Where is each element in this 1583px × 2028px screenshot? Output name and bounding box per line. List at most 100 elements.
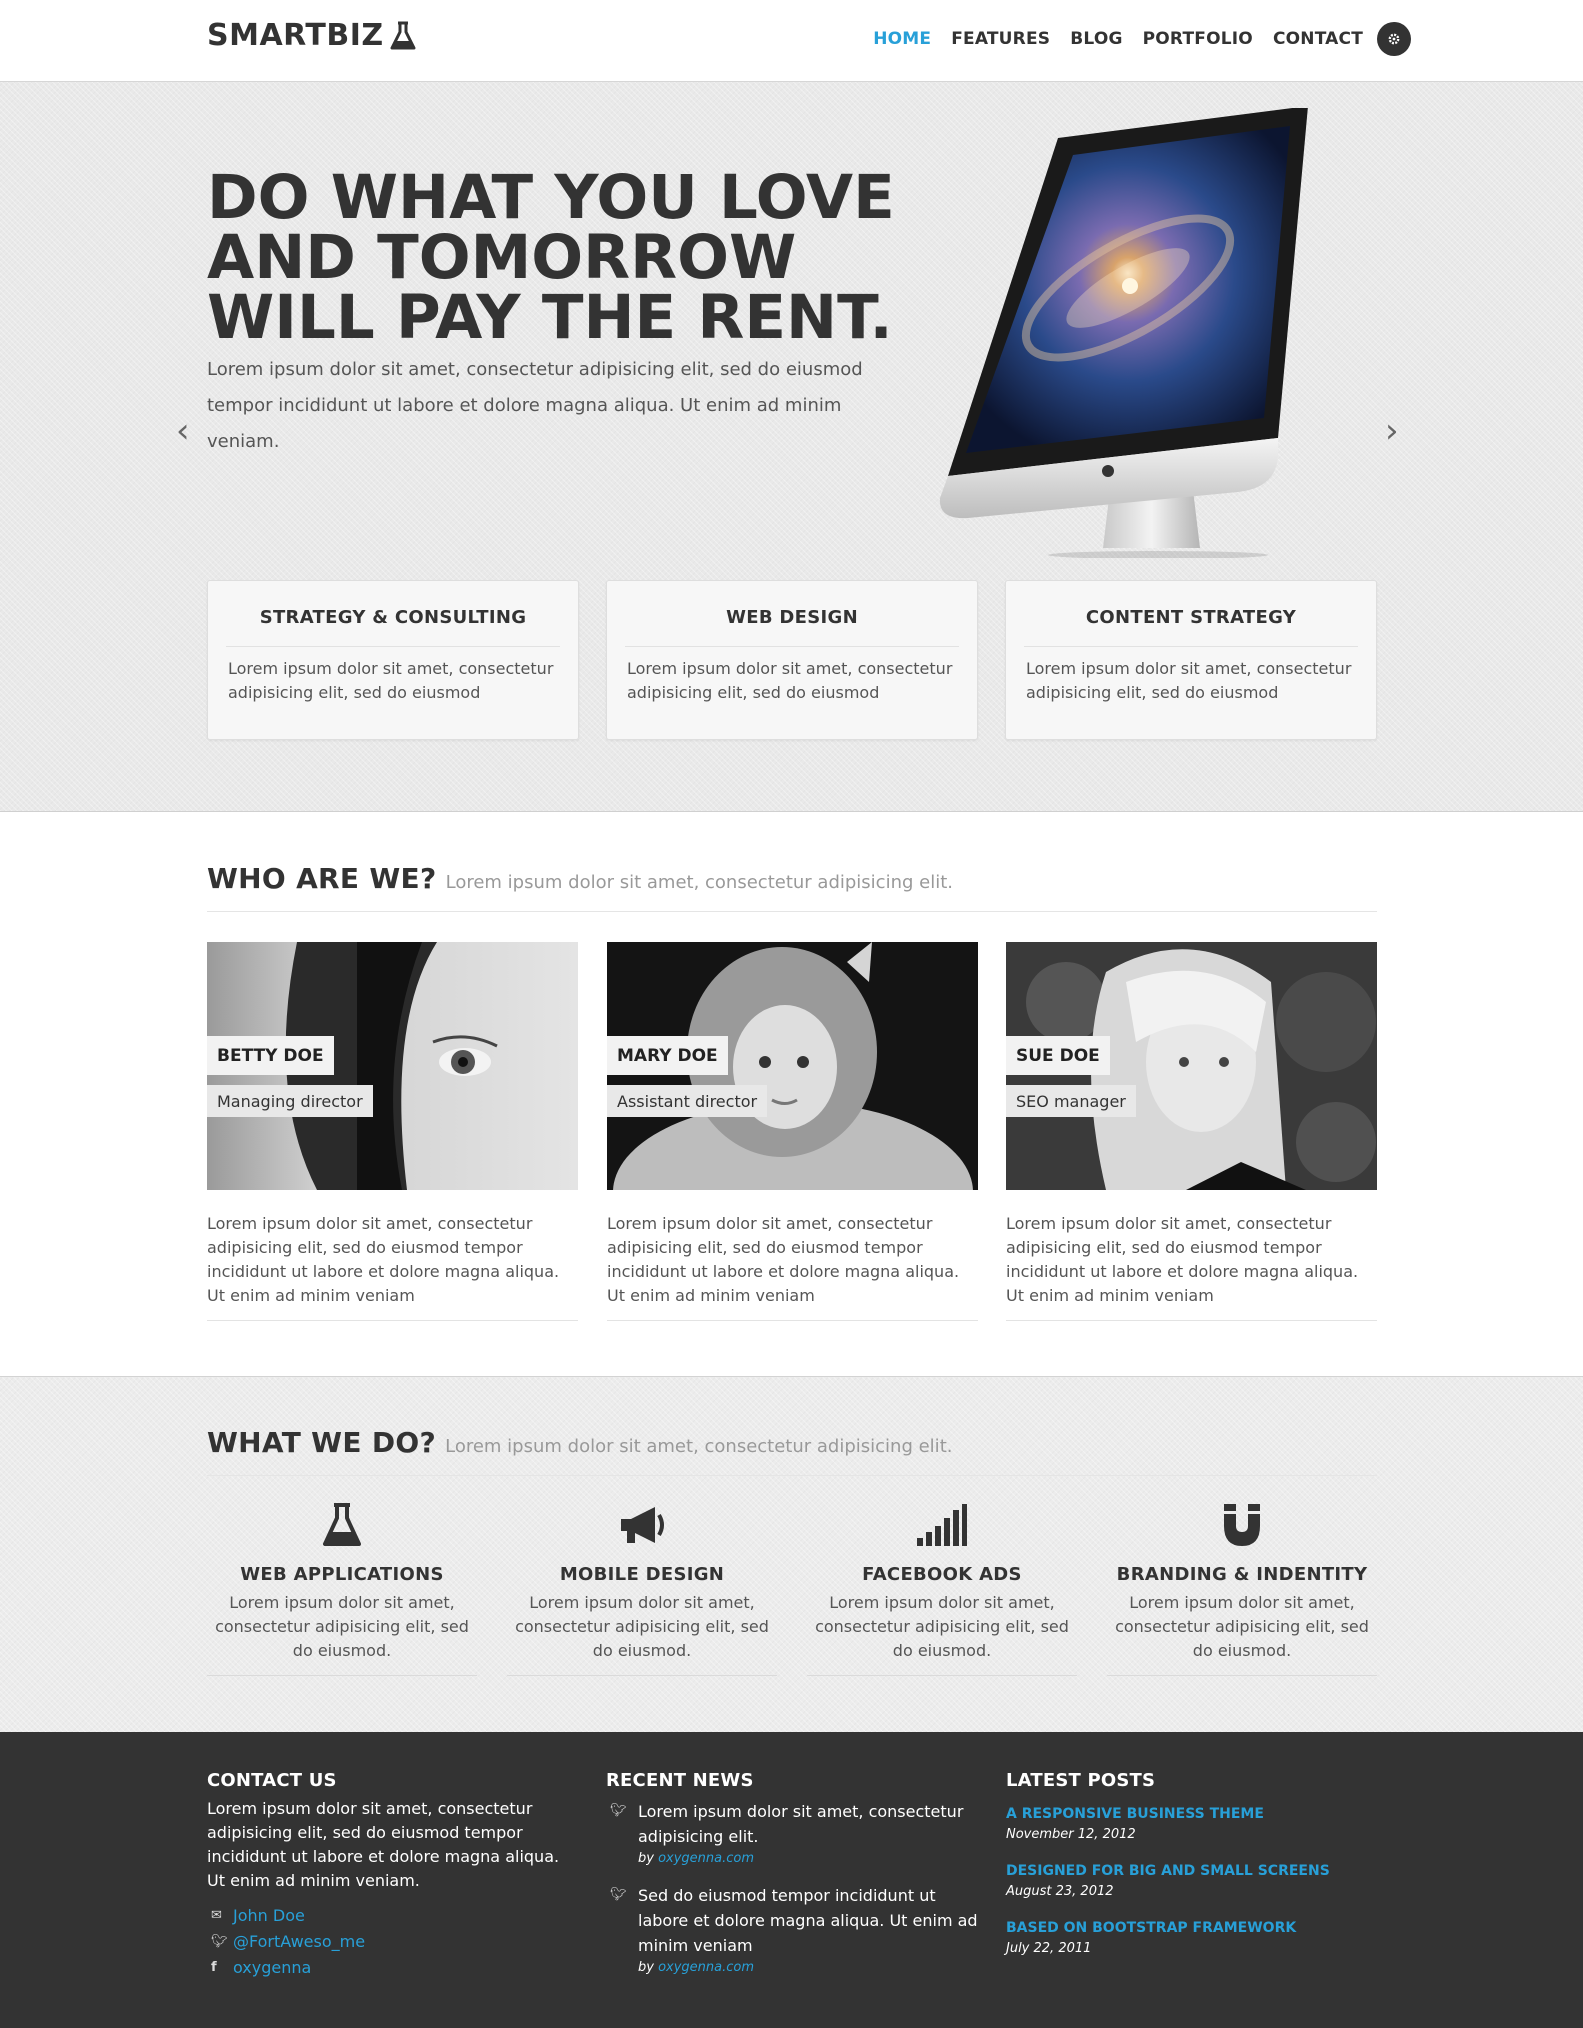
team-member: BETTY DOE Managing director Lorem ipsum … bbox=[207, 942, 578, 1321]
news-by: by oxygenna.com bbox=[638, 1958, 978, 1978]
feature-title: FACEBOOK ADS bbox=[862, 1564, 1022, 1585]
member-photo[interactable]: BETTY DOE Managing director bbox=[207, 942, 578, 1190]
feature-mobile-design: MOBILE DESIGN Lorem ipsum dolor sit amet… bbox=[507, 1500, 777, 1676]
news-text: Sed do eiusmod tempor incididunt ut labo… bbox=[638, 1886, 978, 1955]
site-header: SMARTBIZ HOME FEATURES BLOG PORTFOLIO CO… bbox=[0, 0, 1583, 82]
feature-text: Lorem ipsum dolor sit amet, consectetur … bbox=[1107, 1591, 1377, 1676]
service-text: Lorem ipsum dolor sit amet, consectetur … bbox=[627, 659, 953, 702]
main-nav: HOME FEATURES BLOG PORTFOLIO CONTACT bbox=[853, 22, 1411, 56]
post-date: July 22, 2011 bbox=[1006, 1941, 1092, 1956]
footer-posts: LATEST POSTS A RESPONSIVE BUSINESS THEME… bbox=[1006, 1770, 1378, 1974]
footer-heading: CONTACT US bbox=[207, 1770, 337, 1791]
service-box-content-strategy: CONTENT STRATEGY Lorem ipsum dolor sit a… bbox=[1005, 580, 1377, 740]
what-section-header: WHAT WE DO? Lorem ipsum dolor sit amet, … bbox=[207, 1426, 1377, 1476]
what-subheading: Lorem ipsum dolor sit amet, consectetur … bbox=[445, 1436, 953, 1457]
contact-twitter-link[interactable]: @FortAweso_me bbox=[233, 1931, 365, 1953]
news-source-link[interactable]: oxygenna.com bbox=[658, 1960, 754, 1975]
member-role: Managing director bbox=[207, 1085, 373, 1117]
service-title: CONTENT STRATEGY bbox=[1024, 607, 1358, 647]
team-member: MARY DOE Assistant director Lorem ipsum … bbox=[607, 942, 978, 1321]
footer-contact: CONTACT US Lorem ipsum dolor sit amet, c… bbox=[207, 1770, 579, 1979]
megaphone-icon bbox=[621, 1507, 664, 1543]
nav-home[interactable]: HOME bbox=[873, 29, 931, 49]
news-by: by oxygenna.com bbox=[638, 1849, 978, 1869]
nav-features[interactable]: FEATURES bbox=[951, 29, 1050, 49]
member-role: Assistant director bbox=[607, 1085, 768, 1117]
feature-branding: BRANDING & INDENTITY Lorem ipsum dolor s… bbox=[1107, 1500, 1377, 1676]
footer-heading: RECENT NEWS bbox=[606, 1770, 754, 1791]
logo-text[interactable]: SMARTBIZ bbox=[207, 18, 384, 53]
feature-text: Lorem ipsum dolor sit amet, consectetur … bbox=[207, 1591, 477, 1676]
chevron-right-icon[interactable]: › bbox=[1385, 414, 1399, 448]
signal-bars-icon bbox=[917, 1504, 967, 1546]
magnet-icon bbox=[1224, 1504, 1260, 1546]
footer-heading: LATEST POSTS bbox=[1006, 1770, 1156, 1791]
hero-text: Lorem ipsum dolor sit amet, consectetur … bbox=[207, 359, 863, 452]
contact-twitter: 🐦︎ @FortAweso_me bbox=[207, 1931, 579, 1953]
feature-title: BRANDING & INDENTITY bbox=[1116, 1564, 1368, 1585]
member-bio: Lorem ipsum dolor sit amet, consectetur … bbox=[207, 1212, 578, 1321]
feature-text: Lorem ipsum dolor sit amet, consectetur … bbox=[507, 1591, 777, 1676]
news-item: 🐦︎ Lorem ipsum dolor sit amet, consectet… bbox=[606, 1799, 978, 1869]
feature-web-applications: WEB APPLICATIONS Lorem ipsum dolor sit a… bbox=[207, 1500, 477, 1676]
post-title-link[interactable]: BASED ON BOOTSTRAP FRAMEWORK bbox=[1006, 1920, 1296, 1936]
service-text: Lorem ipsum dolor sit amet, consectetur … bbox=[228, 659, 554, 702]
member-bio: Lorem ipsum dolor sit amet, consectetur … bbox=[1006, 1212, 1377, 1321]
member-role: SEO manager bbox=[1006, 1085, 1136, 1117]
who-subheading: Lorem ipsum dolor sit amet, consectetur … bbox=[445, 872, 953, 893]
contact-facebook: f oxygenna bbox=[207, 1957, 579, 1979]
who-heading: WHO ARE WE? bbox=[207, 862, 437, 895]
post-item: A RESPONSIVE BUSINESS THEME November 12,… bbox=[1006, 1803, 1378, 1842]
twitter-icon: 🐦︎ bbox=[610, 1887, 627, 1902]
logo[interactable]: SMARTBIZ bbox=[207, 18, 416, 53]
feature-title: MOBILE DESIGN bbox=[559, 1564, 725, 1585]
feature-title: WEB APPLICATIONS bbox=[240, 1564, 444, 1585]
hero-slider: DO WHAT YOU LOVE AND TOMORROW WILL PAY T… bbox=[0, 82, 1583, 812]
footer-news: RECENT NEWS 🐦︎ Lorem ipsum dolor sit ame… bbox=[606, 1770, 978, 1978]
news-by-prefix: by bbox=[638, 1851, 654, 1866]
contact-email-link[interactable]: John Doe bbox=[233, 1905, 305, 1927]
member-bio: Lorem ipsum dolor sit amet, consectetur … bbox=[607, 1212, 978, 1321]
what-heading: WHAT WE DO? bbox=[207, 1426, 437, 1459]
gear-icon bbox=[1388, 33, 1400, 45]
post-date: August 23, 2012 bbox=[1006, 1884, 1114, 1899]
nav-blog[interactable]: BLOG bbox=[1070, 29, 1122, 49]
feature-text: Lorem ipsum dolor sit amet, consectetur … bbox=[807, 1591, 1077, 1676]
post-item: BASED ON BOOTSTRAP FRAMEWORK July 22, 20… bbox=[1006, 1917, 1378, 1956]
twitter-icon: 🐦︎ bbox=[610, 1803, 627, 1818]
service-box-strategy: STRATEGY & CONSULTING Lorem ipsum dolor … bbox=[207, 580, 579, 740]
nav-portfolio[interactable]: PORTFOLIO bbox=[1143, 29, 1253, 49]
service-box-web-design: WEB DESIGN Lorem ipsum dolor sit amet, c… bbox=[606, 580, 978, 740]
post-item: DESIGNED FOR BIG AND SMALL SCREENS Augus… bbox=[1006, 1860, 1378, 1899]
who-section-header: WHO ARE WE? Lorem ipsum dolor sit amet, … bbox=[207, 862, 1377, 912]
feature-facebook-ads: FACEBOOK ADS Lorem ipsum dolor sit amet,… bbox=[807, 1500, 1077, 1676]
twitter-icon: 🐦︎ bbox=[211, 1934, 228, 1949]
member-photo[interactable]: SUE DOE SEO manager bbox=[1006, 942, 1377, 1190]
flask-icon bbox=[323, 1503, 361, 1546]
flask-icon bbox=[390, 21, 416, 49]
post-title-link[interactable]: DESIGNED FOR BIG AND SMALL SCREENS bbox=[1006, 1863, 1330, 1879]
nav-contact[interactable]: CONTACT bbox=[1273, 29, 1363, 49]
contact-facebook-link[interactable]: oxygenna bbox=[233, 1957, 311, 1979]
envelope-icon: ✉ bbox=[211, 1908, 222, 1923]
monitor-image bbox=[939, 108, 1308, 558]
service-text: Lorem ipsum dolor sit amet, consectetur … bbox=[1026, 659, 1352, 702]
service-title: WEB DESIGN bbox=[625, 607, 959, 647]
hero-title: DO WHAT YOU LOVE AND TOMORROW WILL PAY T… bbox=[207, 162, 895, 353]
contact-email: ✉ John Doe bbox=[207, 1905, 579, 1927]
team-member: SUE DOE SEO manager Lorem ipsum dolor si… bbox=[1006, 942, 1377, 1321]
service-title: STRATEGY & CONSULTING bbox=[226, 607, 560, 647]
facebook-icon: f bbox=[211, 1960, 217, 1975]
member-name: MARY DOE bbox=[607, 1036, 728, 1075]
member-name: SUE DOE bbox=[1006, 1036, 1110, 1075]
contact-text: Lorem ipsum dolor sit amet, consectetur … bbox=[207, 1799, 560, 1890]
member-photo[interactable]: MARY DOE Assistant director bbox=[607, 942, 978, 1190]
news-item: 🐦︎ Sed do eiusmod tempor incididunt ut l… bbox=[606, 1883, 978, 1978]
news-source-link[interactable]: oxygenna.com bbox=[658, 1851, 754, 1866]
chevron-left-icon[interactable]: ‹ bbox=[176, 414, 190, 448]
news-by-prefix: by bbox=[638, 1960, 654, 1975]
post-date: November 12, 2012 bbox=[1006, 1827, 1136, 1842]
post-title-link[interactable]: A RESPONSIVE BUSINESS THEME bbox=[1006, 1806, 1264, 1822]
settings-button[interactable] bbox=[1377, 22, 1411, 56]
member-name: BETTY DOE bbox=[207, 1036, 334, 1075]
